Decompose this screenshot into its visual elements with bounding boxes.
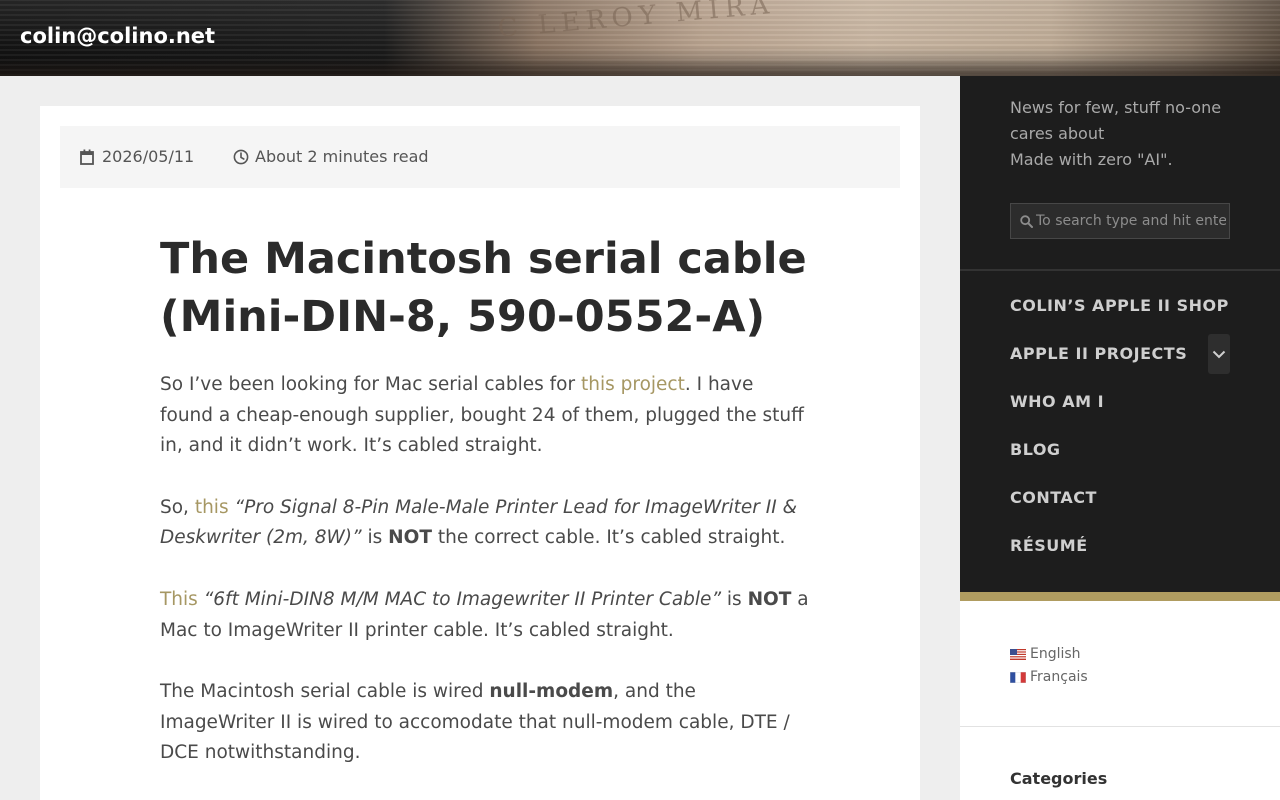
null-modem-emphasis: null-modem: [489, 681, 614, 703]
site-title-link[interactable]: colin@colino.net: [20, 24, 215, 48]
sidebar-nav: Colin’s Apple II shop Apple II Projects …: [1010, 282, 1240, 570]
post-title: The Macintosh serial cable (Mini-DIN-8, …: [160, 234, 807, 342]
tagline-line-1: News for few, stuff no-one cares about: [1010, 98, 1222, 143]
nav-item-blog[interactable]: Blog: [1010, 426, 1240, 474]
post-paragraph-4: The Macintosh serial cable is wired null…: [160, 677, 810, 769]
post-paragraph-3: This “6ft Mini-DIN8 M/M MAC to Imagewrit…: [160, 585, 810, 646]
language-label: English: [1030, 646, 1081, 662]
site-tagline: News for few, stuff no-one cares about M…: [1010, 95, 1240, 173]
nav-item-contact[interactable]: Contact: [1010, 474, 1240, 522]
french-flag-icon: [1010, 672, 1026, 683]
language-label: Français: [1030, 669, 1088, 685]
header-shelf-shadow: [0, 58, 1280, 76]
post-paragraph-2: So, this “Pro Signal 8-Pin Male-Male Pri…: [160, 493, 810, 554]
sidebar-categories-panel: [960, 727, 1280, 800]
clock-icon: [233, 149, 249, 165]
nav-item-apple-ii-shop[interactable]: Colin’s Apple II shop: [1010, 282, 1240, 330]
language-switcher: English Français: [1010, 643, 1088, 689]
post-date-text: 2026/05/11: [102, 147, 195, 166]
mini-din8-cable-link[interactable]: This: [160, 589, 198, 610]
nav-item-label: Apple II Projects: [1010, 344, 1188, 363]
not-emphasis: NOT: [388, 527, 433, 549]
nav-item-label: Who am I: [1010, 392, 1105, 411]
nav-item-label: Contact: [1010, 488, 1097, 507]
chevron-down-icon: [1212, 350, 1226, 359]
nav-item-apple-ii-projects[interactable]: Apple II Projects: [1010, 330, 1240, 378]
sidebar-accent-bar: [960, 592, 1280, 601]
nav-item-label: Blog: [1010, 440, 1061, 459]
search-icon: [1020, 215, 1033, 228]
post-entry: The Macintosh serial cable (Mini-DIN-8, …: [160, 230, 810, 800]
nav-item-label: Colin’s Apple II shop: [1010, 296, 1229, 315]
language-french[interactable]: Français: [1010, 666, 1088, 689]
post-card: 2026/05/11 About 2 minutes read The Maci…: [40, 106, 920, 800]
post-read-time-text: About 2 minutes read: [255, 147, 429, 166]
not-emphasis: NOT: [747, 588, 792, 610]
sidebar: News for few, stuff no-one cares about M…: [960, 76, 1280, 800]
text-span: is: [361, 527, 389, 549]
text-span: So,: [160, 496, 195, 518]
text-span: the correct cable. It’s cabled straight.: [432, 527, 786, 549]
categories-widget-title: Categories: [1010, 769, 1108, 788]
nav-item-label: Résumé: [1010, 536, 1088, 555]
site-header: C LEROY MIRA colin@colino.net: [0, 0, 1280, 76]
nav-item-who-am-i[interactable]: Who am I: [1010, 378, 1240, 426]
this-project-link[interactable]: this project: [581, 374, 685, 395]
language-english[interactable]: English: [1010, 643, 1088, 666]
submenu-toggle-button[interactable]: [1208, 334, 1230, 374]
nav-item-resume[interactable]: Résumé: [1010, 522, 1240, 570]
text-span: So I’ve been looking for Mac serial cabl…: [160, 374, 581, 395]
post-meta-bar: 2026/05/11 About 2 minutes read: [60, 126, 900, 188]
text-span: is: [721, 588, 748, 610]
tagline-line-2: Made with zero "AI".: [1010, 150, 1173, 169]
search-input[interactable]: [1036, 204, 1226, 238]
post-paragraph-1: So I’ve been looking for Mac serial cabl…: [160, 370, 810, 462]
text-span: The Macintosh serial cable is wired: [160, 681, 490, 703]
calendar-icon: [80, 149, 94, 165]
us-flag-icon: [1010, 649, 1026, 660]
pro-signal-cable-link[interactable]: this: [195, 497, 229, 518]
cable-quote: “6ft Mini-DIN8 M/M MAC to Imagewriter II…: [203, 588, 722, 610]
search-box: [1010, 203, 1230, 239]
sidebar-divider: [960, 269, 1280, 271]
